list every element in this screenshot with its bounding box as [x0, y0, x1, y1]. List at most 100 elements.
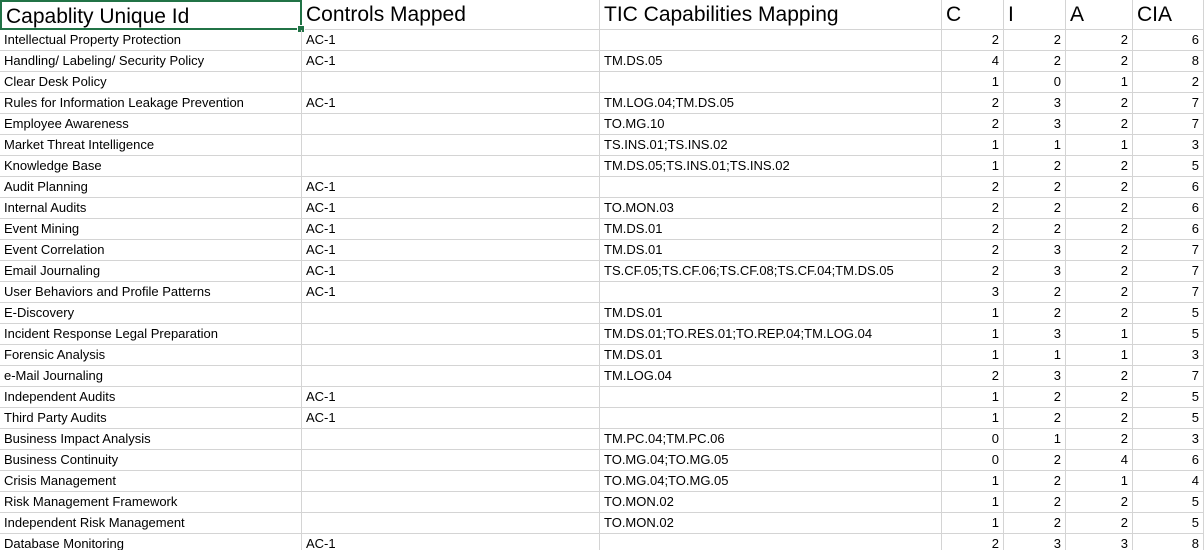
cell-a-value[interactable]: 2	[1066, 429, 1133, 450]
cell-controls-mapped[interactable]: AC-1	[302, 177, 600, 198]
header-i[interactable]: I	[1004, 0, 1066, 30]
cell-a-value[interactable]: 2	[1066, 387, 1133, 408]
cell-controls-mapped[interactable]	[302, 513, 600, 534]
cell-cia-value[interactable]: 7	[1133, 261, 1204, 282]
cell-c-value[interactable]: 4	[942, 51, 1004, 72]
cell-i-value[interactable]: 3	[1004, 240, 1066, 261]
cell-controls-mapped[interactable]: AC-1	[302, 282, 600, 303]
cell-i-value[interactable]: 2	[1004, 471, 1066, 492]
cell-i-value[interactable]: 3	[1004, 93, 1066, 114]
cell-tic-mapping[interactable]: TM.LOG.04	[600, 366, 942, 387]
cell-tic-mapping[interactable]	[600, 30, 942, 51]
cell-i-value[interactable]: 2	[1004, 303, 1066, 324]
cell-controls-mapped[interactable]: AC-1	[302, 387, 600, 408]
cell-capability-id[interactable]: Internal Audits	[0, 198, 302, 219]
cell-i-value[interactable]: 2	[1004, 513, 1066, 534]
cell-controls-mapped[interactable]	[302, 303, 600, 324]
cell-cia-value[interactable]: 4	[1133, 471, 1204, 492]
cell-i-value[interactable]: 2	[1004, 156, 1066, 177]
cell-controls-mapped[interactable]	[302, 492, 600, 513]
cell-capability-id[interactable]: E-Discovery	[0, 303, 302, 324]
cell-c-value[interactable]: 2	[942, 219, 1004, 240]
cell-a-value[interactable]: 3	[1066, 534, 1133, 550]
cell-i-value[interactable]: 1	[1004, 429, 1066, 450]
cell-tic-mapping[interactable]: TM.DS.05	[600, 51, 942, 72]
cell-c-value[interactable]: 1	[942, 471, 1004, 492]
cell-tic-mapping[interactable]: TO.MON.03	[600, 198, 942, 219]
cell-controls-mapped[interactable]	[302, 345, 600, 366]
cell-a-value[interactable]: 2	[1066, 366, 1133, 387]
cell-tic-mapping[interactable]	[600, 408, 942, 429]
cell-controls-mapped[interactable]: AC-1	[302, 93, 600, 114]
cell-c-value[interactable]: 2	[942, 30, 1004, 51]
cell-controls-mapped[interactable]	[302, 366, 600, 387]
cell-cia-value[interactable]: 6	[1133, 30, 1204, 51]
cell-controls-mapped[interactable]	[302, 471, 600, 492]
cell-c-value[interactable]: 1	[942, 408, 1004, 429]
cell-cia-value[interactable]: 5	[1133, 387, 1204, 408]
cell-c-value[interactable]: 2	[942, 534, 1004, 550]
cell-a-value[interactable]: 1	[1066, 135, 1133, 156]
cell-capability-id[interactable]: Business Continuity	[0, 450, 302, 471]
cell-c-value[interactable]: 1	[942, 156, 1004, 177]
cell-i-value[interactable]: 3	[1004, 534, 1066, 550]
cell-capability-id[interactable]: Independent Risk Management	[0, 513, 302, 534]
cell-controls-mapped[interactable]	[302, 156, 600, 177]
cell-cia-value[interactable]: 6	[1133, 198, 1204, 219]
cell-controls-mapped[interactable]: AC-1	[302, 408, 600, 429]
cell-capability-id[interactable]: Forensic Analysis	[0, 345, 302, 366]
cell-tic-mapping[interactable]	[600, 177, 942, 198]
header-cia[interactable]: CIA	[1133, 0, 1204, 30]
cell-tic-mapping[interactable]	[600, 72, 942, 93]
cell-cia-value[interactable]: 7	[1133, 282, 1204, 303]
header-controls-mapped[interactable]: Controls Mapped	[302, 0, 600, 30]
cell-i-value[interactable]: 2	[1004, 51, 1066, 72]
cell-i-value[interactable]: 2	[1004, 387, 1066, 408]
cell-tic-mapping[interactable]: TM.DS.01	[600, 345, 942, 366]
cell-c-value[interactable]: 2	[942, 198, 1004, 219]
cell-cia-value[interactable]: 8	[1133, 534, 1204, 550]
cell-a-value[interactable]: 2	[1066, 282, 1133, 303]
cell-capability-id[interactable]: Clear Desk Policy	[0, 72, 302, 93]
cell-cia-value[interactable]: 2	[1133, 72, 1204, 93]
cell-capability-id[interactable]: Intellectual Property Protection	[0, 30, 302, 51]
cell-i-value[interactable]: 1	[1004, 135, 1066, 156]
cell-cia-value[interactable]: 5	[1133, 408, 1204, 429]
cell-i-value[interactable]: 2	[1004, 492, 1066, 513]
cell-controls-mapped[interactable]	[302, 324, 600, 345]
cell-cia-value[interactable]: 3	[1133, 429, 1204, 450]
cell-cia-value[interactable]: 6	[1133, 177, 1204, 198]
header-capability-id[interactable]: Capablity Unique Id	[0, 0, 302, 30]
cell-i-value[interactable]: 1	[1004, 345, 1066, 366]
cell-capability-id[interactable]: Knowledge Base	[0, 156, 302, 177]
cell-cia-value[interactable]: 6	[1133, 450, 1204, 471]
cell-tic-mapping[interactable]: TO.MG.10	[600, 114, 942, 135]
cell-c-value[interactable]: 2	[942, 366, 1004, 387]
cell-a-value[interactable]: 2	[1066, 219, 1133, 240]
cell-tic-mapping[interactable]: TS.CF.05;TS.CF.06;TS.CF.08;TS.CF.04;TM.D…	[600, 261, 942, 282]
cell-c-value[interactable]: 2	[942, 240, 1004, 261]
cell-cia-value[interactable]: 8	[1133, 51, 1204, 72]
cell-i-value[interactable]: 3	[1004, 114, 1066, 135]
cell-i-value[interactable]: 2	[1004, 408, 1066, 429]
cell-tic-mapping[interactable]: TO.MG.04;TO.MG.05	[600, 450, 942, 471]
cell-a-value[interactable]: 2	[1066, 198, 1133, 219]
cell-i-value[interactable]: 2	[1004, 282, 1066, 303]
cell-tic-mapping[interactable]: TM.DS.01	[600, 219, 942, 240]
cell-c-value[interactable]: 1	[942, 513, 1004, 534]
cell-a-value[interactable]: 2	[1066, 114, 1133, 135]
cell-tic-mapping[interactable]: TO.MON.02	[600, 513, 942, 534]
cell-tic-mapping[interactable]: TM.DS.01;TO.RES.01;TO.REP.04;TM.LOG.04	[600, 324, 942, 345]
cell-c-value[interactable]: 1	[942, 135, 1004, 156]
cell-tic-mapping[interactable]: TS.INS.01;TS.INS.02	[600, 135, 942, 156]
header-tic-mapping[interactable]: TIC Capabilities Mapping	[600, 0, 942, 30]
cell-i-value[interactable]: 2	[1004, 30, 1066, 51]
cell-cia-value[interactable]: 7	[1133, 114, 1204, 135]
cell-cia-value[interactable]: 3	[1133, 135, 1204, 156]
cell-a-value[interactable]: 2	[1066, 177, 1133, 198]
cell-controls-mapped[interactable]	[302, 114, 600, 135]
cell-capability-id[interactable]: Incident Response Legal Preparation	[0, 324, 302, 345]
cell-capability-id[interactable]: e-Mail Journaling	[0, 366, 302, 387]
cell-capability-id[interactable]: Employee Awareness	[0, 114, 302, 135]
cell-c-value[interactable]: 3	[942, 282, 1004, 303]
